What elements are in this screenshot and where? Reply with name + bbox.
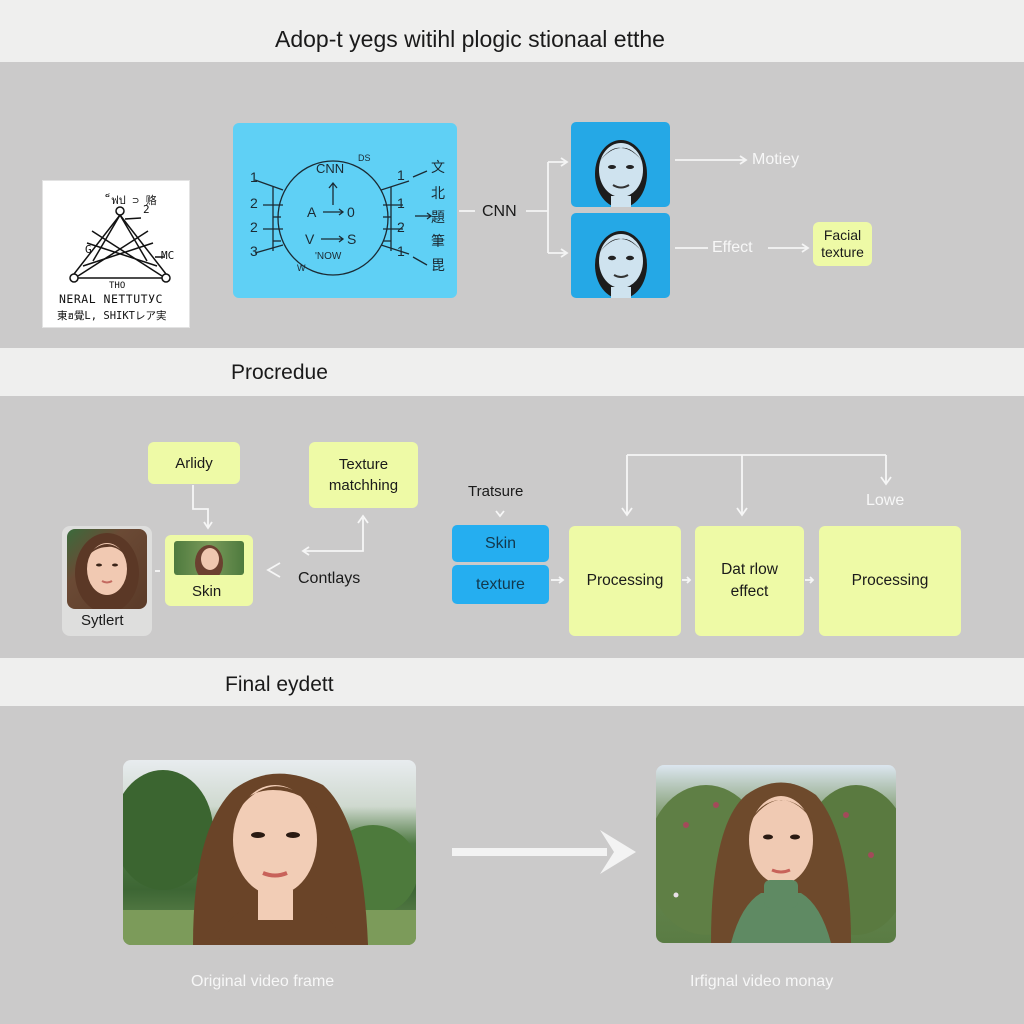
right-number: 2: [397, 219, 405, 235]
processing-step-2[interactable]: Processing: [819, 526, 961, 636]
face-portrait-icon: [595, 231, 647, 298]
skin-label: Skin: [192, 583, 222, 600]
sytlert-photo: [67, 529, 147, 609]
face-card-1[interactable]: [571, 122, 670, 207]
nn-caption-line1: NERAL NETTUТУC: [59, 292, 163, 306]
caption-result: Irfignal video monay: [690, 973, 834, 990]
skin-tab-button[interactable]: Skin: [452, 525, 549, 562]
sytlert-label: Sytlert: [81, 612, 124, 629]
caption-original: Original video frame: [191, 973, 335, 990]
left-number: 3: [250, 243, 258, 259]
cnn-diagram-box: CNN DS A 0 V S 'NOW W 1 2 2 3 1 1 2 1 文 …: [233, 123, 457, 298]
cnn-top-label: CNN: [316, 161, 345, 176]
woman-portrait-photo: [123, 770, 416, 945]
cnn-label: CNN: [482, 203, 517, 220]
face-portrait-icon: [595, 140, 647, 207]
processing-step-1[interactable]: Processing: [569, 526, 681, 636]
nn-bottom-label: THO: [109, 281, 126, 291]
right-number: 1: [397, 167, 405, 183]
texture-matching-box[interactable]: Texture matchhing: [309, 442, 418, 508]
arlidy-box[interactable]: Arlidy: [148, 442, 240, 484]
face-card-2[interactable]: [571, 213, 670, 298]
transform-arrow-icon: [452, 830, 636, 874]
nn-left-label: G: [85, 243, 92, 256]
cnn-v-label: V: [305, 231, 315, 247]
right-glyph: 題: [431, 209, 445, 225]
right-glyph: 文: [431, 159, 445, 175]
right-glyph: 筆: [431, 233, 445, 249]
original-video-frame[interactable]: [123, 760, 416, 945]
final-effect-band: [0, 658, 1024, 706]
cnn-ellipse-diagram: [254, 160, 433, 276]
section-title-final: Final eydett: [225, 673, 334, 696]
cnn-corner-label: DS: [358, 153, 371, 163]
woman-portrait-photo: [656, 782, 896, 943]
nn-top-label: ็ฟป ⊃ 赂: [111, 194, 157, 207]
left-number: 1: [250, 169, 258, 185]
left-number: 2: [250, 219, 258, 235]
nn-caption-line2: 東ฮ覺L, SHIKTレア実: [57, 310, 167, 322]
output-label-effect: Effect: [712, 239, 753, 256]
cnn-corner-bottom-label: W: [297, 263, 306, 273]
cnn-a-label: A: [307, 204, 317, 220]
data-flow-effect-step[interactable]: Dat rlow effect: [695, 526, 804, 636]
woman-portrait-icon: [195, 545, 223, 575]
nn-right-label: MC: [161, 249, 175, 262]
nn-top-right-label: 2: [143, 203, 150, 216]
procedure-band: [0, 348, 1024, 396]
tratsure-label: Tratsure: [468, 483, 524, 500]
page-title: Adop-t yegs witihl plogic stionaal etthe: [275, 26, 665, 52]
texture-tab-button[interactable]: texture: [452, 565, 549, 604]
sytlert-card[interactable]: Sytlert: [62, 526, 152, 636]
right-number: 1: [397, 195, 405, 211]
cnn-zero-label: 0: [347, 204, 355, 220]
skin-photo: [174, 541, 244, 575]
section-title-procedure: Procredue: [231, 361, 328, 384]
right-number: 1: [397, 243, 405, 259]
skin-card[interactable]: Skin: [165, 535, 253, 606]
output-label-motiey: Motiey: [752, 151, 800, 168]
right-glyph: 北: [431, 185, 445, 201]
cnn-s-label: S: [347, 231, 357, 247]
left-number: 2: [250, 195, 258, 211]
lowe-label: Lowe: [866, 492, 905, 509]
result-video-frame[interactable]: [656, 765, 896, 943]
right-glyph: 毘: [431, 257, 445, 273]
facial-texture-box[interactable]: Facial texture: [813, 222, 872, 266]
contlays-label: Contlays: [298, 570, 361, 587]
neural-network-card: ็ฟป ⊃ 赂 2 G MC THO NERAL NETTUТУC 東ฮ覺L, …: [42, 180, 190, 328]
woman-portrait-icon: [75, 533, 139, 609]
cnn-bottom-label: 'NOW: [315, 251, 342, 262]
